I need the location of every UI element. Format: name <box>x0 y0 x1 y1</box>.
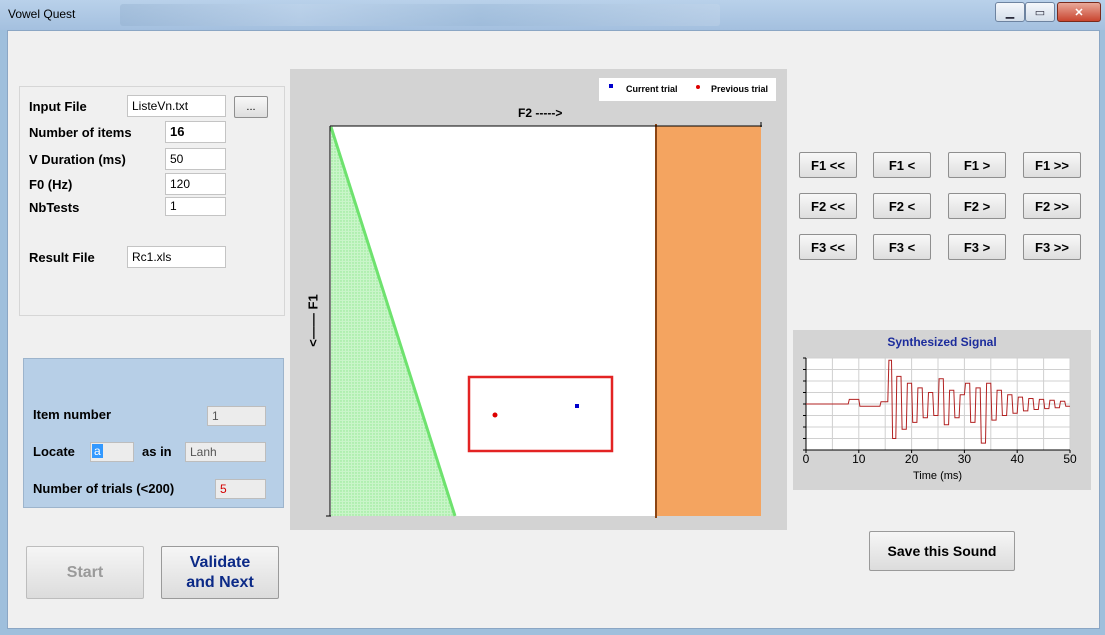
validate-line2: and Next <box>186 573 254 591</box>
input-file-field[interactable]: ListeVn.txt <box>127 95 226 117</box>
formant-button-f2-down[interactable]: F2 < <box>873 193 931 219</box>
num-items-label: Number of items <box>29 125 132 140</box>
current-trial-legend-text: Current trial <box>626 84 678 94</box>
current-trial-point <box>575 404 579 408</box>
formant-button-f2-fast-down[interactable]: F2 << <box>799 193 857 219</box>
item-number-field: 1 <box>207 406 266 426</box>
locate-field[interactable]: a <box>90 442 134 462</box>
current-trial-legend-marker <box>609 84 613 88</box>
browse-button[interactable]: ... <box>234 96 268 118</box>
formant-button-f1-up[interactable]: F1 > <box>948 152 1006 178</box>
plot-legend: Current trial Previous trial <box>599 78 776 101</box>
f0-field[interactable]: 120 <box>165 173 226 195</box>
close-icon: ✕ <box>1074 6 1084 19</box>
formant-button-f3-fast-down[interactable]: F3 << <box>799 234 857 260</box>
f0-label: F0 (Hz) <box>29 177 73 192</box>
trials-label: Number of trials (<200) <box>33 481 175 496</box>
previous-trial-legend-marker <box>696 85 700 89</box>
as-in-field: Lanh <box>185 442 266 462</box>
formant-button-f3-up[interactable]: F3 > <box>948 234 1006 260</box>
as-in-label: as in <box>142 444 172 459</box>
nbtests-field[interactable]: 1 <box>165 197 226 216</box>
signal-x-tick-label: 30 <box>958 452 972 466</box>
start-button[interactable]: Start <box>26 546 144 599</box>
formant-button-f3-down[interactable]: F3 < <box>873 234 931 260</box>
nbtests-label: NbTests <box>29 200 80 215</box>
v-duration-label: V Duration (ms) <box>29 152 126 167</box>
validate-line1: Validate <box>189 553 251 571</box>
signal-x-tick-label: 40 <box>1011 452 1025 466</box>
previous-trial-legend-text: Previous trial <box>711 84 769 94</box>
minimize-button[interactable]: ▁ <box>995 2 1025 22</box>
background-taskbar-strip <box>120 4 720 26</box>
locate-value: a <box>92 444 103 458</box>
signal-x-tick-label: 0 <box>803 452 810 466</box>
result-file-label: Result File <box>29 250 95 265</box>
item-number-label: Item number <box>33 407 112 422</box>
validate-next-button[interactable]: Validate and Next <box>161 546 279 599</box>
result-file-field[interactable]: Rc1.xls <box>127 246 226 268</box>
num-items-field[interactable]: 16 <box>165 121 226 143</box>
locate-label: Locate <box>33 444 75 459</box>
forbidden-region-orange <box>656 126 761 516</box>
signal-x-tick-label: 10 <box>852 452 866 466</box>
previous-trial-point <box>492 412 498 418</box>
f1-axis-label: <—— F1 <box>305 294 321 347</box>
signal-x-tick-label: 20 <box>905 452 919 466</box>
minimize-icon: ▁ <box>1005 6 1015 19</box>
close-button[interactable]: ✕ <box>1057 2 1101 22</box>
signal-x-tick-label: 50 <box>1063 452 1077 466</box>
maximize-icon: ▭ <box>1034 6 1046 19</box>
signal-title: Synthesized Signal <box>887 335 997 349</box>
save-sound-button[interactable]: Save this Sound <box>869 531 1015 571</box>
trials-field: 5 <box>215 479 266 499</box>
vowel-space-plot[interactable] <box>322 118 768 522</box>
signal-chart: 0 10 20 30 40 50 <box>803 357 1077 466</box>
window-title: Vowel Quest <box>8 7 76 21</box>
formant-button-f2-up[interactable]: F2 > <box>948 193 1006 219</box>
formant-button-f1-fast-down[interactable]: F1 << <box>799 152 857 178</box>
formant-button-f1-down[interactable]: F1 < <box>873 152 931 178</box>
formant-button-f3-fast-up[interactable]: F3 >> <box>1023 234 1081 260</box>
formant-button-f2-fast-up[interactable]: F2 >> <box>1023 193 1081 219</box>
maximize-button[interactable]: ▭ <box>1025 2 1055 22</box>
input-file-label: Input File <box>29 99 87 114</box>
signal-xlabel: Time (ms) <box>913 470 963 482</box>
formant-button-f1-fast-up[interactable]: F1 >> <box>1023 152 1081 178</box>
v-duration-field[interactable]: 50 <box>165 148 226 170</box>
